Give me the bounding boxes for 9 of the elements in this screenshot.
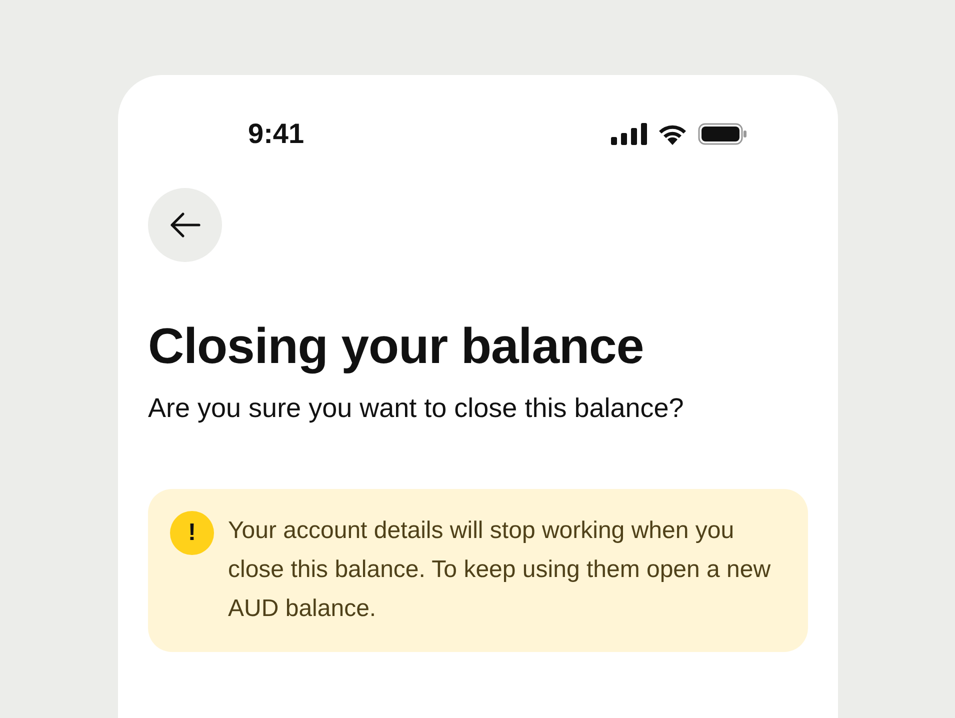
wifi-icon	[657, 123, 688, 145]
back-arrow-icon	[169, 212, 201, 238]
alert-icon: !	[170, 511, 214, 555]
signal-icon	[611, 123, 647, 145]
page-subtitle: Are you sure you want to close this balance?	[148, 392, 685, 425]
page-title: Closing your balance	[148, 317, 645, 376]
battery-icon	[698, 123, 747, 145]
status-time: 9:41	[248, 118, 304, 150]
alert-message: Your account details will stop working when you close this balance. To keep using them open a new AUD balance.	[228, 516, 772, 624]
